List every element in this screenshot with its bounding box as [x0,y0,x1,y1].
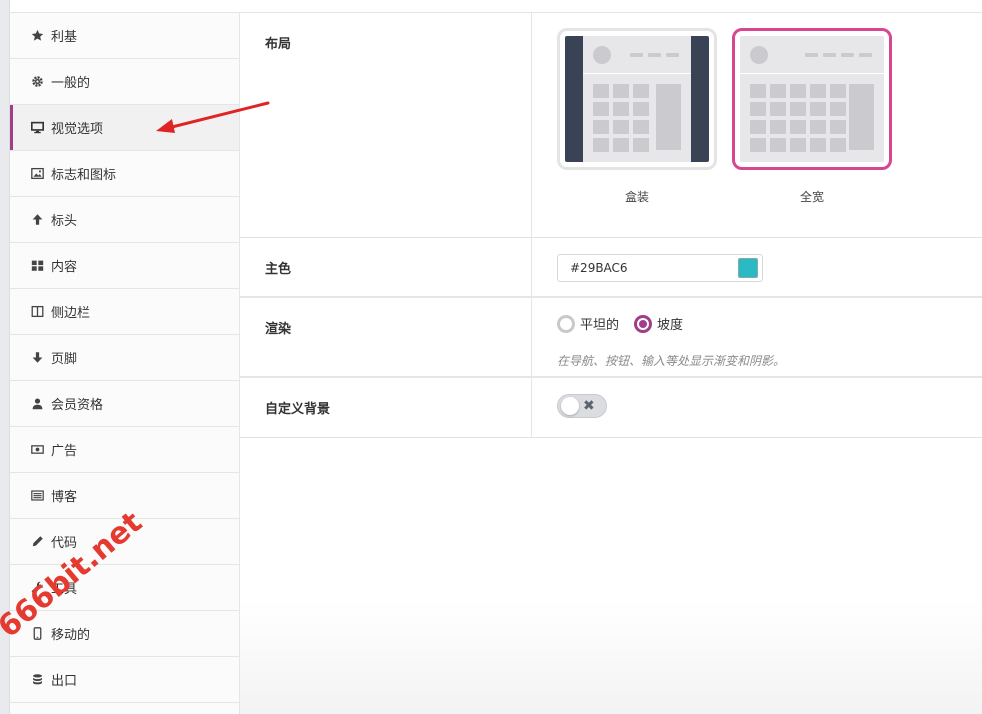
sidebar-item-label: 标志和图标 [51,168,117,183]
sidebar-item-label: 广告 [51,444,78,459]
render-radio-group: 平坦的 坡度 [557,314,982,333]
render-option-gradient[interactable]: 坡度 [634,314,683,333]
sidebar-item-label: 一般的 [51,76,91,91]
primary-color-input[interactable]: #29BAC6 [557,254,763,282]
sidebar-item-membership[interactable]: 会员资格 [10,381,239,427]
pencil-icon [30,535,44,549]
money-icon [30,443,44,457]
radio-flat[interactable] [557,314,575,333]
sidebar-item-footer[interactable]: 页脚 [10,335,239,381]
render-setting-row: 渲染 平坦的 坡度 在导航、按钮、输入等处显示渐变和阴影。 [240,298,982,378]
layout-setting-row: 布局 盒装 全宽 [240,13,982,238]
sidebar-item-label: 利基 [51,30,78,45]
user-icon [30,397,44,411]
custom-background-toggle[interactable]: ✖ [557,394,607,418]
custom-background-label: 自定义背景 [240,378,532,437]
list-icon [30,489,44,503]
annotation-arrow-icon [156,101,270,133]
layout-options: 盒装 全宽 [532,13,982,237]
bottom-fade [240,600,982,714]
sidebar-item-label: 标头 [51,214,78,229]
render-option-flat-label: 平坦的 [580,318,620,333]
sidebar-item-niche[interactable]: 利基 [10,13,239,59]
arrow-up-icon [30,213,44,227]
sidebar-item-label: 视觉选项 [51,122,104,137]
settings-content: 布局 盒装 全宽 主色 #29BAC6 渲染 平坦的 坡度 在导航、按钮、输入等… [240,13,982,438]
render-label: 渲染 [240,298,532,376]
color-swatch[interactable] [738,258,758,278]
toggle-knob [561,397,579,415]
sidebar-item-sidebar[interactable]: 侧边栏 [10,289,239,335]
sidebar-item-label: 博客 [51,490,78,505]
grid-icon [30,259,44,273]
sidebar-item-label: 出口 [51,674,78,689]
monitor-icon [30,121,44,135]
custom-background-setting-row: 自定义背景 ✖ [240,378,982,438]
database-icon [30,673,44,687]
layout-preview-full-width[interactable] [732,28,892,170]
primary-color-value: #29BAC6 [570,261,628,275]
render-option-gradient-label: 坡度 [657,318,684,333]
layout-label: 布局 [240,13,532,237]
arrow-down-icon [30,351,44,365]
primary-color-setting-row: 主色 #29BAC6 [240,238,982,298]
layout-caption-full-width: 全宽 [799,190,824,204]
sidebar-item-logo-icons[interactable]: 标志和图标 [10,151,239,197]
layout-preview-boxed[interactable] [557,28,717,170]
columns-icon [30,305,44,319]
sidebar-item-label: 侧边栏 [51,306,91,321]
sidebar-item-label: 内容 [51,260,78,275]
sidebar-item-label: 会员资格 [51,398,104,413]
close-icon: ✖ [583,398,595,414]
sidebar-item-ads[interactable]: 广告 [10,427,239,473]
layout-caption-boxed: 盒装 [624,190,649,204]
sidebar-item-export[interactable]: 出口 [10,657,239,703]
star-icon [30,29,44,43]
gear-icon [30,75,44,89]
primary-color-label: 主色 [240,238,532,296]
sidebar-item-label: 页脚 [51,352,78,367]
sidebar-item-header[interactable]: 标头 [10,197,239,243]
render-option-flat[interactable]: 平坦的 [557,314,619,333]
radio-gradient[interactable] [634,314,653,333]
layout-option-boxed[interactable]: 盒装 [557,28,717,205]
image-icon [30,167,44,181]
layout-option-full-width[interactable]: 全宽 [732,28,892,205]
sidebar-item-content[interactable]: 内容 [10,243,239,289]
render-description: 在导航、按钮、输入等处显示渐变和阴影。 [557,354,786,368]
sidebar-item-label: 移动的 [51,628,91,643]
